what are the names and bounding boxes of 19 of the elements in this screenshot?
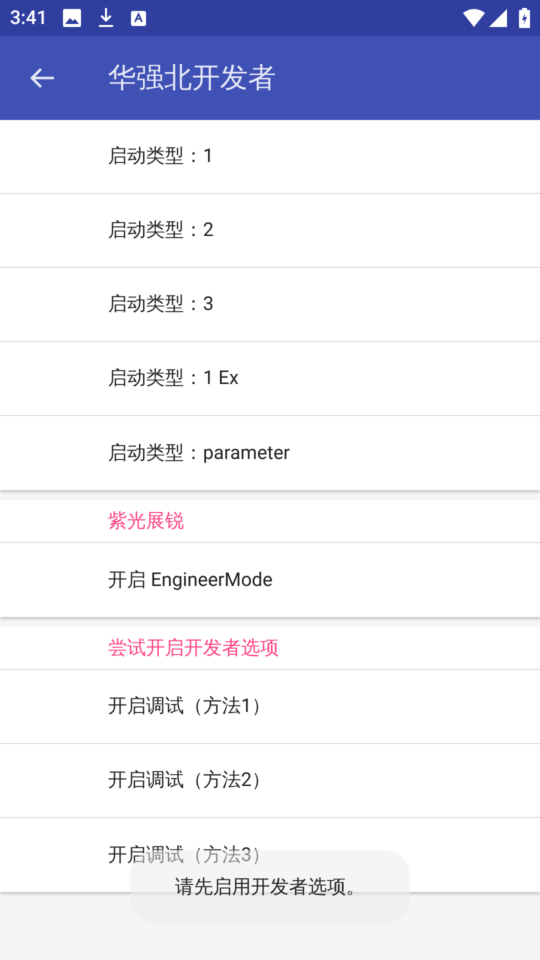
battery-icon	[519, 8, 530, 28]
list-item-label[interactable]: 启动类型：2	[108, 216, 214, 245]
list-item-label[interactable]: 启动类型：parameter	[108, 438, 290, 468]
wifi-icon	[463, 9, 485, 27]
download-icon	[98, 8, 114, 28]
section-header: 尝试开启开发者选项	[108, 634, 279, 661]
back-arrow-icon	[29, 67, 55, 89]
list-item-label[interactable]: 启动类型：3	[108, 290, 214, 319]
font-icon	[131, 10, 146, 26]
signal-icon	[489, 9, 507, 27]
status-time: 3:41	[10, 4, 48, 31]
list-item-label[interactable]: 启动类型：1	[108, 142, 214, 171]
list-item-label[interactable]: 开启调试（方法1）	[108, 692, 271, 721]
list-item-label[interactable]: 启动类型：1 Ex	[108, 364, 239, 393]
list-item-label[interactable]: 开启 EngineerMode	[108, 566, 273, 594]
list-item-label[interactable]: 开启调试（方法2）	[108, 766, 271, 795]
section-header: 紫光展锐	[108, 508, 184, 534]
image-icon	[63, 9, 82, 27]
toolbar-title: 华强北开发者	[108, 60, 276, 96]
